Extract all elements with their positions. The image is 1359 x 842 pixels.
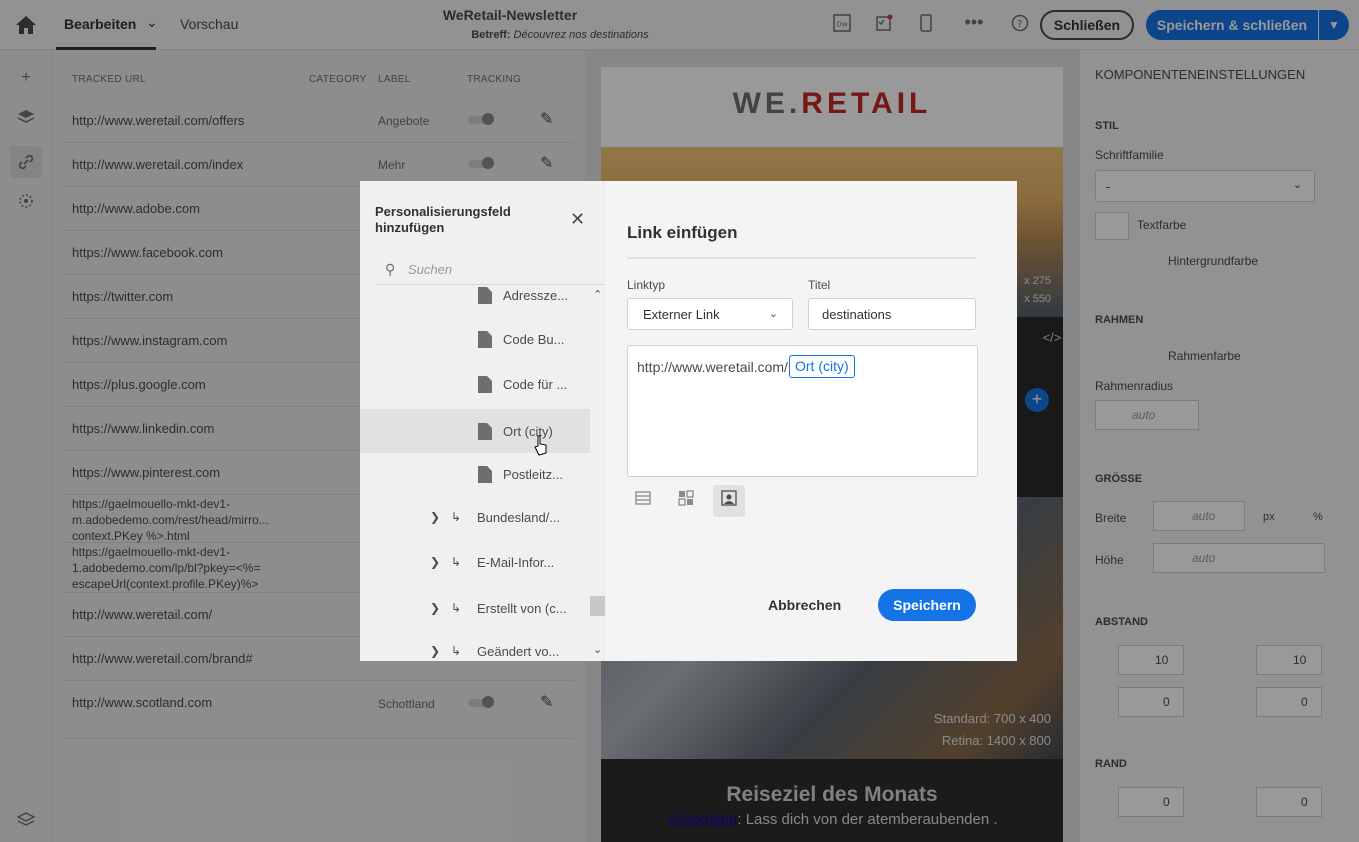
chevron-up-icon[interactable]: ⌃ <box>593 288 602 301</box>
link-node-icon: ↳ <box>451 510 462 524</box>
search-input[interactable]: Suchen <box>408 262 452 277</box>
scrollbar-thumb[interactable] <box>590 596 605 616</box>
list-item-label: Postleitz... <box>503 467 563 482</box>
personalization-panel: Personalisierungsfeld hinzufügen ✕ ⚲ Suc… <box>360 181 606 661</box>
search-icon: ⚲ <box>385 261 396 277</box>
field-tree: Adressze... Code Bu... Code für ... Ort … <box>360 285 590 661</box>
list-item[interactable]: ❯ ↳ Bundesland/... <box>360 496 590 540</box>
list-item[interactable]: Code Bu... <box>360 317 590 361</box>
save-button[interactable]: Speichern <box>878 589 976 621</box>
dialog-title: Link einfügen <box>627 223 738 242</box>
linktype-select[interactable]: Externer Link ⌄ <box>627 298 793 330</box>
link-node-icon: ↳ <box>451 601 462 615</box>
document-icon <box>478 287 492 304</box>
chevron-right-icon[interactable]: ❯ <box>430 510 440 524</box>
url-text: http://www.weretail.com/ <box>637 359 788 375</box>
list-item-label: E-Mail-Infor... <box>477 555 555 570</box>
close-icon[interactable]: ✕ <box>570 209 585 230</box>
list-item[interactable]: Adressze... <box>360 285 590 317</box>
list-item-label: Code Bu... <box>503 332 565 347</box>
link-title-label: Titel <box>808 278 831 292</box>
document-icon <box>478 423 492 440</box>
list-item[interactable]: ❯ ↳ Erstellt von (c... <box>360 587 590 631</box>
list-item[interactable]: ❯ ↳ E-Mail-Infor... <box>360 541 590 585</box>
chevron-down-icon: ⌄ <box>768 308 778 320</box>
personalization-title: Personalisierungsfeld hinzufügen <box>375 204 511 235</box>
link-node-icon: ↳ <box>451 555 462 569</box>
linktype-label: Linktyp <box>627 278 666 292</box>
url-editor[interactable]: http://www.weretail.com/ Ort (city) <box>627 345 978 477</box>
chevron-right-icon[interactable]: ❯ <box>430 555 440 569</box>
grid-block-icon[interactable] <box>670 485 702 517</box>
list-item-label: Code für ... <box>503 377 568 392</box>
document-icon <box>478 376 492 393</box>
pointer-cursor-icon <box>534 435 547 456</box>
document-icon <box>478 466 492 483</box>
header-block-icon[interactable] <box>627 485 659 517</box>
list-item[interactable]: Code für ... <box>360 362 590 406</box>
list-item-label: Adressze... <box>503 288 569 303</box>
search-field[interactable]: ⚲ Suchen <box>375 257 605 285</box>
personalization-chip[interactable]: Ort (city) <box>789 355 855 378</box>
insert-link-dialog: Link einfügen Linktyp Titel Externer Lin… <box>606 181 1017 661</box>
personalization-icon[interactable] <box>713 485 745 517</box>
list-item-label: Erstellt von (c... <box>477 601 567 616</box>
chevron-right-icon[interactable]: ❯ <box>430 601 440 615</box>
link-node-icon: ↳ <box>451 644 462 658</box>
list-item-selected[interactable]: Ort (city) <box>360 409 590 453</box>
cancel-button[interactable]: Abbrechen <box>768 597 841 613</box>
document-icon <box>478 331 492 348</box>
link-title-input[interactable]: destinations <box>808 298 976 330</box>
divider <box>627 257 976 259</box>
list-item[interactable]: ❯ ↳ Geändert vo... <box>360 630 590 661</box>
chevron-right-icon[interactable]: ❯ <box>430 644 440 658</box>
linktype-value: Externer Link <box>643 307 720 322</box>
list-item-label: Geändert vo... <box>477 644 560 659</box>
chevron-down-icon[interactable]: ⌄ <box>593 643 602 656</box>
list-item-label: Bundesland/... <box>477 510 561 525</box>
list-item[interactable]: Postleitz... <box>360 452 590 496</box>
